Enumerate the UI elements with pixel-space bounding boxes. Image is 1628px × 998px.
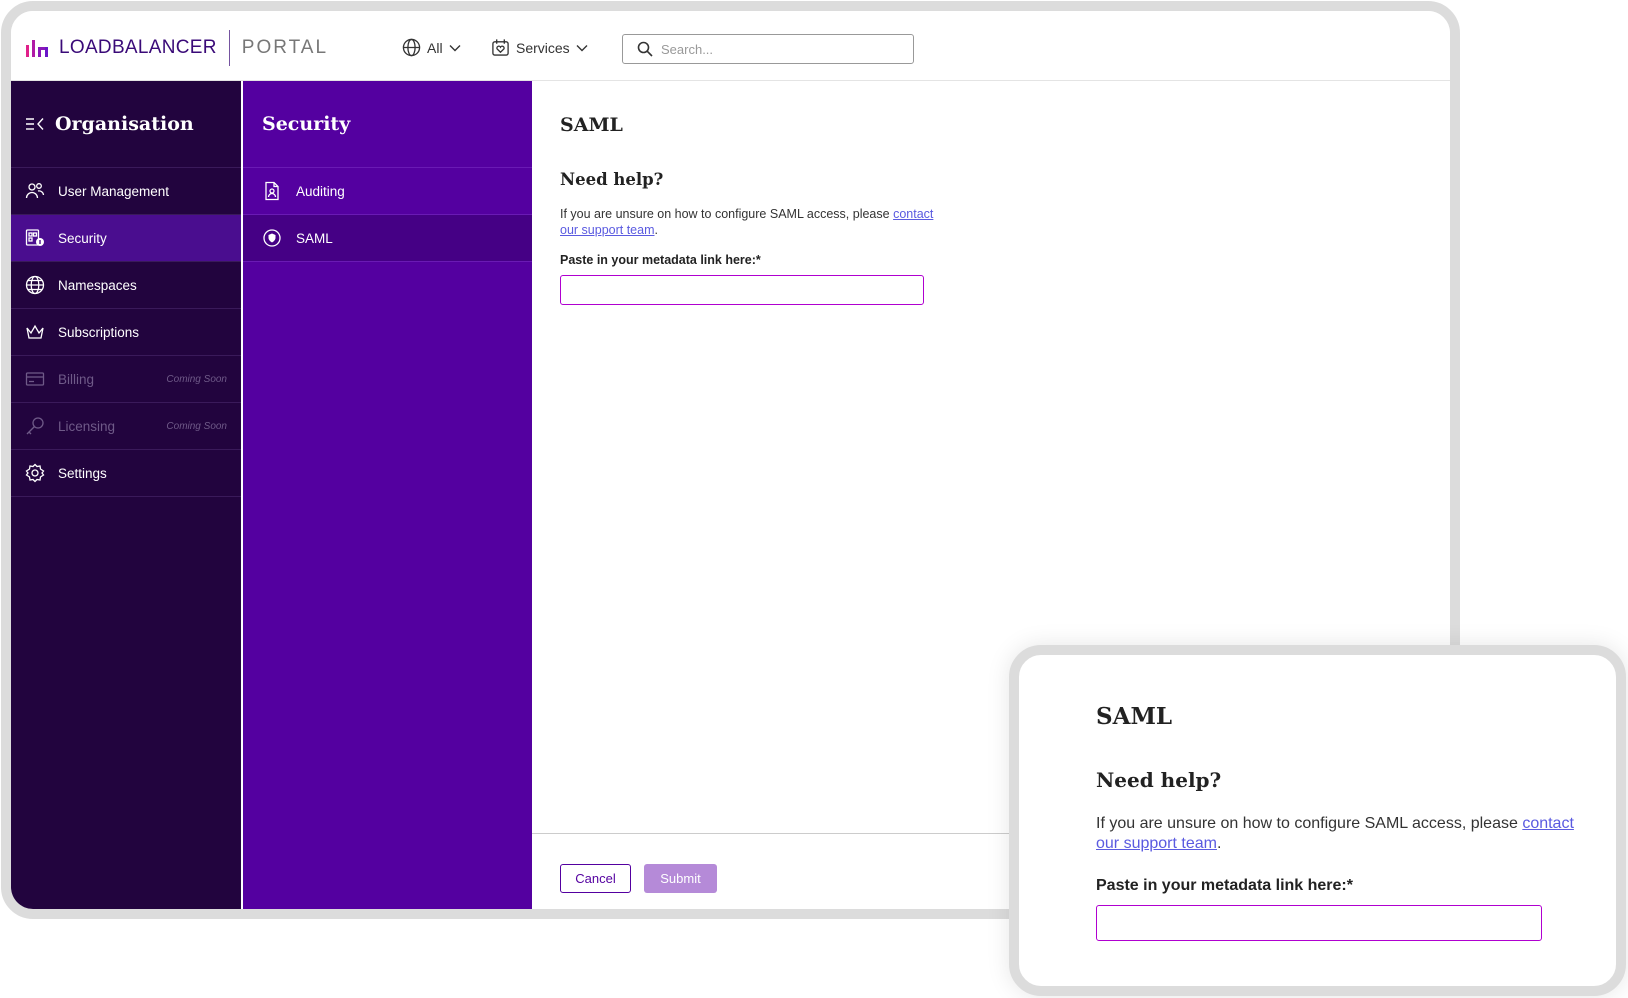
organisation-sidebar: Organisation User Management Security Na… bbox=[11, 81, 241, 909]
zoom-page-title: SAML bbox=[1096, 703, 1173, 730]
sidebar-item-label: Settings bbox=[58, 465, 107, 481]
help-text: If you are unsure on how to configure SA… bbox=[560, 206, 940, 238]
zoom-help-text-body: If you are unsure on how to configure SA… bbox=[1096, 815, 1523, 832]
document-icon bbox=[265, 181, 279, 201]
globe-icon bbox=[25, 275, 45, 295]
region-dropdown-label: All bbox=[427, 39, 443, 56]
logo-mark-icon bbox=[26, 40, 48, 57]
page-title: SAML bbox=[560, 114, 623, 136]
globe-icon bbox=[402, 38, 421, 57]
help-text-body: If you are unsure on how to configure SA… bbox=[560, 207, 894, 221]
sidebar-item-label: Security bbox=[58, 230, 107, 246]
shield-icon bbox=[263, 229, 281, 247]
services-dropdown[interactable]: Services bbox=[491, 38, 588, 57]
submit-button[interactable]: Submit bbox=[644, 864, 717, 893]
security-subnav: Security Auditing SAML bbox=[243, 81, 532, 909]
metadata-label: Paste in your metadata link here:* bbox=[560, 253, 761, 267]
help-heading: Need help? bbox=[560, 170, 664, 189]
sidebar-item-label: Billing bbox=[58, 371, 95, 387]
sidebar-item-subscriptions[interactable]: Subscriptions bbox=[11, 309, 241, 356]
subnav-item-label: Auditing bbox=[296, 183, 345, 199]
credit-card-icon bbox=[25, 372, 45, 386]
subnav-item-saml[interactable]: SAML bbox=[243, 215, 532, 262]
cancel-button[interactable]: Cancel bbox=[560, 864, 631, 893]
sidebar-header: Organisation bbox=[11, 81, 241, 168]
gear-icon bbox=[25, 463, 45, 483]
sidebar-item-label: Namespaces bbox=[58, 277, 137, 293]
coming-soon-badge: Coming Soon bbox=[166, 420, 227, 432]
sidebar-title: Organisation bbox=[55, 113, 194, 135]
crown-icon bbox=[26, 324, 44, 339]
subnav-title: Security bbox=[262, 113, 351, 135]
search-box[interactable] bbox=[622, 34, 914, 64]
zoom-callout: SAML Need help? If you are unsure on how… bbox=[1009, 645, 1626, 996]
help-text-suffix: . bbox=[654, 223, 658, 237]
metadata-link-input[interactable] bbox=[560, 275, 924, 305]
region-dropdown[interactable]: All bbox=[402, 38, 461, 57]
sidebar-item-label: Subscriptions bbox=[58, 324, 140, 340]
sidebar-item-licensing: Licensing Coming Soon bbox=[11, 403, 241, 450]
services-icon bbox=[492, 39, 509, 56]
logo-portal-text: PORTAL bbox=[241, 37, 329, 58]
sidebar-item-settings[interactable]: Settings bbox=[11, 450, 241, 497]
subnav-item-auditing[interactable]: Auditing bbox=[243, 168, 532, 215]
logo-divider bbox=[228, 30, 230, 66]
search-input[interactable] bbox=[661, 41, 891, 57]
logo-text: LOADBALANCER bbox=[59, 37, 217, 58]
subnav-item-label: SAML bbox=[296, 230, 333, 246]
zoom-help-heading: Need help? bbox=[1096, 768, 1222, 792]
collapse-sidebar-icon[interactable] bbox=[25, 117, 45, 131]
sidebar-item-user-management[interactable]: User Management bbox=[11, 168, 241, 215]
chevron-down-icon bbox=[449, 44, 461, 51]
zoom-help-text: If you are unsure on how to configure SA… bbox=[1096, 814, 1576, 854]
security-icon bbox=[25, 229, 44, 246]
top-bar: LOADBALANCER PORTAL All Services bbox=[11, 11, 1450, 81]
zoom-metadata-label: Paste in your metadata link here:* bbox=[1096, 877, 1353, 894]
sidebar-item-billing: Billing Coming Soon bbox=[11, 356, 241, 403]
chevron-down-icon bbox=[576, 44, 588, 51]
coming-soon-badge: Coming Soon bbox=[166, 373, 227, 385]
sidebar-item-label: Licensing bbox=[58, 418, 116, 434]
search-icon bbox=[637, 41, 653, 57]
users-icon bbox=[25, 183, 45, 199]
zoom-metadata-link-input[interactable] bbox=[1096, 905, 1542, 941]
sidebar-item-namespaces[interactable]: Namespaces bbox=[11, 262, 241, 309]
zoom-help-text-suffix: . bbox=[1216, 835, 1222, 852]
subnav-header: Security bbox=[243, 81, 532, 168]
logo[interactable]: LOADBALANCER PORTAL bbox=[25, 28, 328, 68]
sidebar-item-label: User Management bbox=[58, 183, 170, 199]
services-dropdown-label: Services bbox=[516, 39, 570, 56]
key-icon bbox=[26, 417, 44, 435]
sidebar-item-security[interactable]: Security bbox=[11, 215, 241, 262]
